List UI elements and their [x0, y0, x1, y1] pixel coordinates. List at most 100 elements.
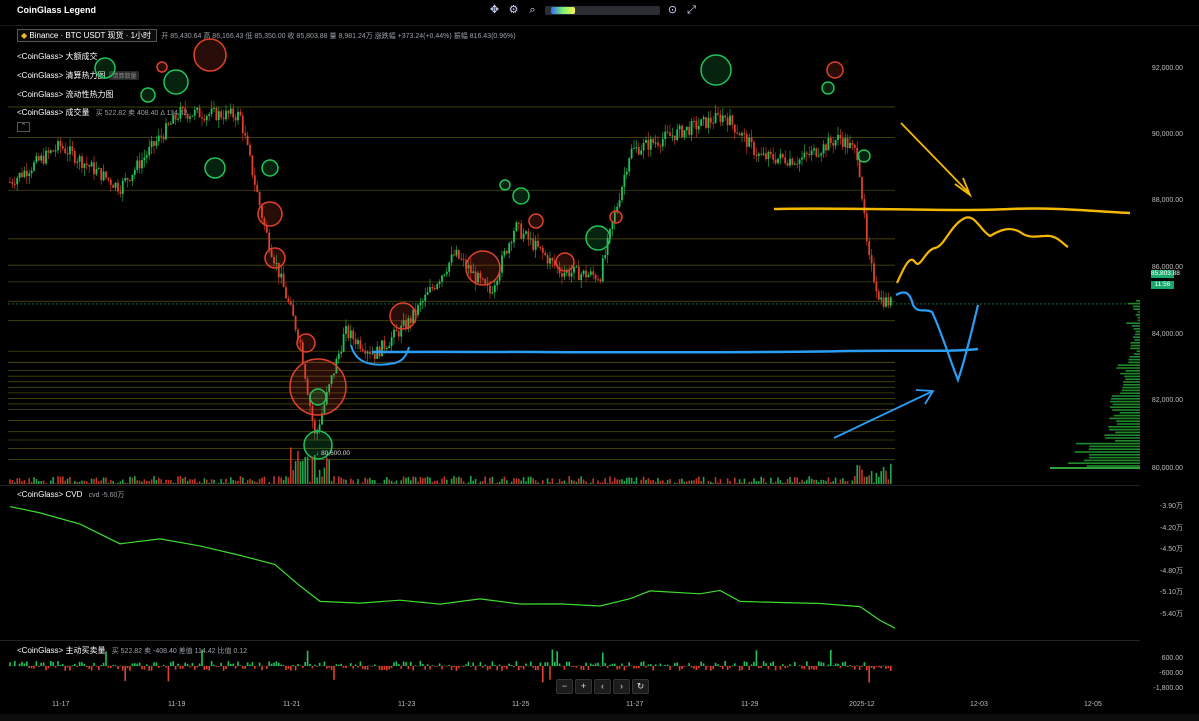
taker-sell-bar [342, 666, 345, 668]
sell-label: 卖 [144, 648, 152, 655]
taker-sell-bar [150, 666, 153, 671]
volume-bar [858, 465, 861, 484]
pane-divider[interactable] [0, 485, 1140, 486]
taker-buy-bar [604, 663, 606, 666]
volume-bar [268, 481, 270, 484]
candle-body [628, 158, 631, 172]
taker-sell-bar [316, 666, 318, 667]
timeframe-bar[interactable] [0, 714, 1199, 721]
taker-buy-bar [717, 664, 719, 666]
reset-view-button[interactable]: ↻ [632, 679, 649, 694]
candle-body [371, 353, 374, 355]
scroll-left-button[interactable]: ‹ [594, 679, 611, 694]
taker-buy-bar [52, 661, 54, 666]
taker-sell-bar [33, 666, 35, 669]
taker-buy-bar [14, 661, 16, 666]
volume-bar [306, 456, 309, 484]
taker-buy-bar [210, 661, 213, 666]
pane-divider[interactable] [0, 640, 1140, 641]
taker-sell-bar [522, 666, 525, 670]
taker-sell-bar [616, 666, 618, 670]
volume-bar [597, 480, 599, 484]
taker-buy-bar [112, 665, 114, 666]
depth-bar [1127, 302, 1140, 305]
candle-body [237, 111, 239, 121]
zoom-out-button[interactable]: − [556, 679, 573, 694]
volume-bar [808, 476, 810, 484]
taker-sell-bar [124, 666, 126, 681]
taker-buy-bar [755, 650, 758, 666]
taker-sell-bar [311, 666, 314, 669]
volume-bar [59, 476, 62, 484]
taker-buy-bar [647, 664, 650, 666]
depth-bar [1130, 344, 1140, 347]
taker-buy-bar [239, 665, 242, 666]
volume-bar [162, 483, 165, 484]
taker-buy-bar [184, 662, 186, 666]
taker-buy-bar [59, 665, 62, 666]
candle-body [661, 138, 664, 147]
cvd-legend[interactable]: <CoinGlass> CVD cvd -5.60万 [17, 490, 124, 500]
taker-sell-bar [450, 666, 453, 670]
candle-body [318, 424, 321, 431]
volume-bar [105, 477, 107, 484]
taker-buy-bar [539, 662, 542, 666]
taker-sell-bar [462, 666, 465, 667]
candle-body [93, 162, 95, 175]
volume-bar [285, 476, 287, 484]
candle-body [633, 147, 635, 149]
volume-bar [232, 480, 234, 484]
candle-body [702, 117, 705, 120]
volume-bar [844, 480, 846, 484]
buy-label: 买 [111, 648, 119, 655]
taker-buy-bar [81, 662, 83, 666]
candle-body [673, 135, 676, 140]
candle-body [642, 142, 645, 151]
candle-body [28, 173, 31, 177]
taker-sell-bar [501, 666, 503, 671]
depth-bar [1110, 406, 1140, 408]
volume-bar [400, 480, 402, 484]
volume-bar [318, 469, 321, 484]
candle-body [517, 222, 520, 224]
candle-body [493, 285, 496, 293]
candle-body [33, 162, 35, 171]
candle-body [393, 329, 395, 338]
zoom-in-button[interactable]: + [575, 679, 592, 694]
candle-body [513, 231, 515, 243]
volume-bar [141, 481, 143, 484]
candle-body [813, 148, 815, 151]
taker-buy-bar [585, 662, 587, 666]
volume-bar [801, 479, 803, 484]
candle-body [232, 108, 235, 118]
candle-body [35, 156, 38, 163]
candle-body [693, 121, 695, 123]
volume-bar [177, 476, 179, 484]
chart-canvas[interactable] [0, 0, 1199, 721]
candle-body [777, 158, 779, 164]
scroll-right-button[interactable]: › [613, 679, 630, 694]
candle-body [652, 138, 655, 143]
candle-body [815, 148, 818, 157]
volume-bar [95, 477, 98, 484]
candle-body [388, 346, 391, 349]
taker-legend[interactable]: <CoinGlass> 主动买卖量 买 522.82 卖 -408.40 差值 … [17, 645, 247, 656]
price-axis-label: 92,000.00 [1151, 65, 1183, 72]
candle-body [143, 157, 146, 161]
cvd-axis-label: -3.90万 [1160, 503, 1183, 510]
taker-buy-bar [359, 661, 362, 666]
volume-bar [102, 477, 105, 484]
depth-bar [1050, 467, 1140, 469]
volume-bar [614, 477, 616, 484]
volume-bar [842, 478, 844, 484]
volume-bar [213, 479, 215, 484]
taker-buy-bar [170, 662, 172, 666]
volume-bar [369, 477, 371, 484]
candle-body [755, 154, 758, 156]
candle-body [129, 179, 131, 181]
volume-bar [875, 472, 878, 484]
price-axis-label: 80,000.00 [1151, 465, 1183, 472]
depth-bar [1134, 339, 1140, 341]
volume-bar [242, 477, 244, 484]
candle-body [505, 250, 508, 254]
